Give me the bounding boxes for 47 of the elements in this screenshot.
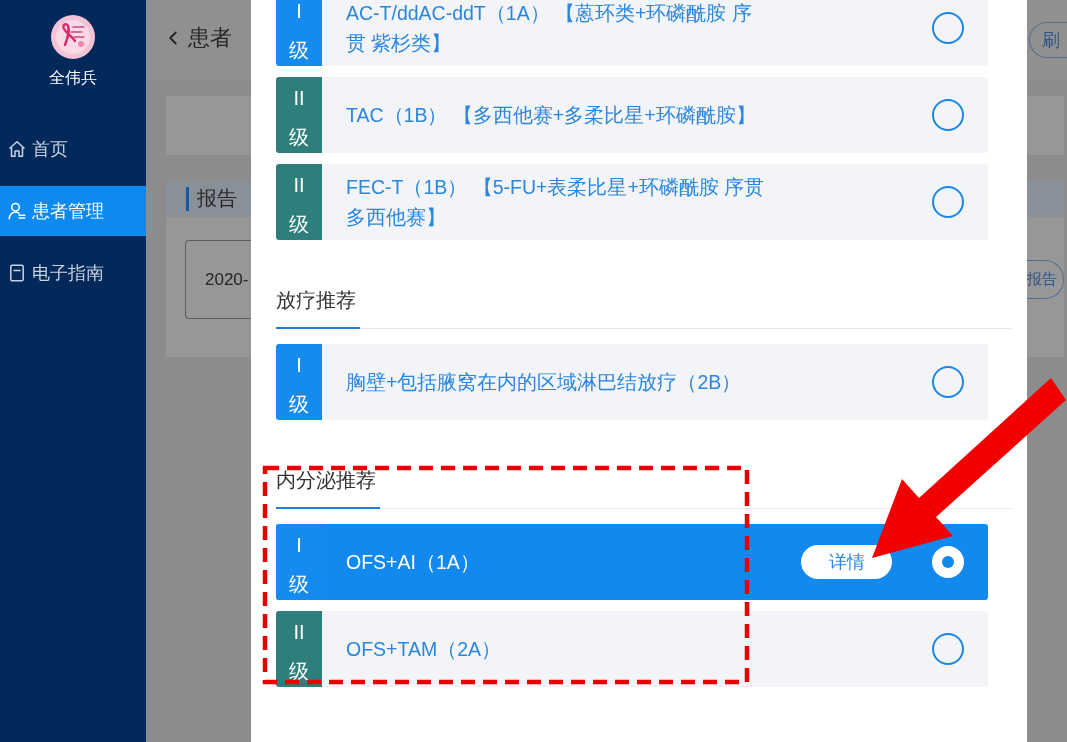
nav-item[interactable]: 电子指南	[0, 248, 146, 298]
option-row[interactable]: II 级 TAC（1B） 【多西他赛+多柔比星+环磷酰胺】	[276, 77, 988, 153]
option-text: OFS+TAM（2A）	[346, 637, 503, 662]
option-text: FEC-T（1B） 【5-FU+表柔比星+环磷酰胺 序贯多西他赛】	[346, 175, 766, 230]
radio-button[interactable]	[932, 633, 964, 665]
user-icon	[8, 202, 26, 220]
details-button[interactable]: 详情	[801, 545, 892, 579]
option-text: 胸壁+包括腋窝在内的区域淋巴结放疗（2B）	[346, 370, 743, 395]
level-numeral: I	[296, 0, 302, 22]
level-unit: 级	[289, 393, 309, 415]
radio-button[interactable]	[932, 366, 964, 398]
option-row[interactable]: II 级 FEC-T（1B） 【5-FU+表柔比星+环磷酰胺 序贯多西他赛】	[276, 164, 988, 240]
level-numeral: I	[296, 354, 302, 376]
nav-item[interactable]: 患者管理	[0, 186, 146, 236]
level-numeral: I	[296, 534, 302, 556]
option-text: TAC（1B） 【多西他赛+多柔比星+环磷酰胺】	[346, 103, 757, 128]
card-panel	[1027, 96, 1064, 155]
ribbon-logo-icon	[51, 15, 95, 59]
document-icon	[8, 264, 26, 282]
section-title: 报告	[197, 186, 237, 211]
level-unit: 级	[289, 660, 309, 682]
level-unit: 级	[289, 573, 309, 595]
radio-button[interactable]	[932, 186, 964, 218]
option-row[interactable]: II 级 OFS+TAM（2A）	[276, 611, 988, 687]
option-row[interactable]: I 级 OFS+AI（1A） 详情	[276, 524, 988, 600]
nav-item[interactable]: 首页	[0, 124, 146, 174]
option-text: OFS+AI（1A）	[346, 550, 481, 575]
section-heading: 内分泌推荐	[276, 467, 380, 509]
option-row[interactable]: I 级 AC-T/ddAC-ddT（1A） 【蒽环类+环磷酰胺 序贯 紫杉类】	[276, 0, 988, 66]
page-title: 患者	[188, 24, 232, 52]
radio-button[interactable]	[932, 12, 964, 44]
option-text: AC-T/ddAC-ddT（1A） 【蒽环类+环磷酰胺 序贯 紫杉类】	[346, 1, 753, 56]
option-row[interactable]: I 级 胸壁+包括腋窝在内的区域淋巴结放疗（2B）	[276, 344, 988, 420]
level-unit: 级	[289, 213, 309, 235]
radio-button[interactable]	[932, 546, 964, 578]
section-bar	[1027, 180, 1064, 217]
level-unit: 级	[289, 39, 309, 61]
level-numeral: II	[293, 87, 305, 109]
level-numeral: II	[293, 174, 305, 196]
heading-marker-icon	[186, 186, 189, 211]
user-name: 全伟兵	[49, 68, 97, 88]
level-numeral: II	[293, 621, 305, 643]
report-button[interactable]: 报告	[1027, 260, 1064, 299]
section-heading: 放疗推荐	[276, 287, 360, 329]
radio-button[interactable]	[932, 99, 964, 131]
level-unit: 级	[289, 126, 309, 148]
home-icon	[8, 140, 26, 158]
